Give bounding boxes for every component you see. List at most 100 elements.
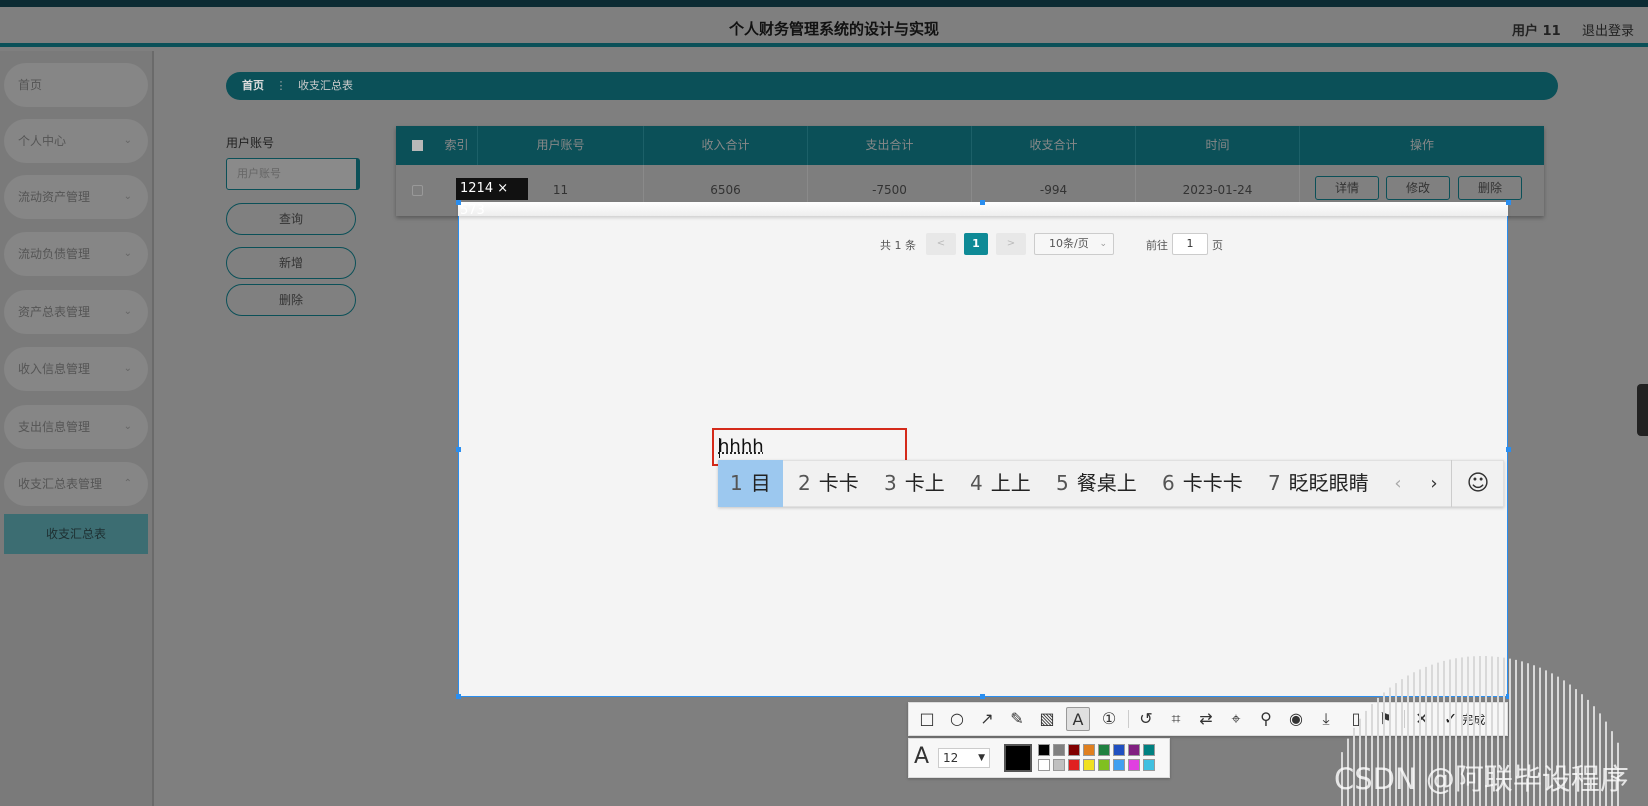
ime-next-page-icon[interactable]: ›: [1416, 460, 1452, 507]
color-swatch[interactable]: [1143, 744, 1155, 756]
chevron-down-icon: ⌄: [1099, 239, 1107, 249]
sidebar-item-current-liabilities[interactable]: 流动负债管理 ⌄: [4, 232, 148, 276]
col-header-actions: 操作: [1409, 138, 1434, 152]
watermark: CSDN @阿联毕设程序: [1334, 762, 1629, 796]
row-checkbox[interactable]: [412, 185, 423, 196]
col-header-account: 用户账号: [478, 126, 644, 165]
rectangle-icon[interactable]: □: [915, 707, 939, 731]
resize-handle[interactable]: [1506, 200, 1511, 205]
col-header-income: 收入合计: [644, 126, 808, 165]
color-swatch[interactable]: [1098, 759, 1110, 771]
record-icon[interactable]: ◉: [1284, 707, 1308, 731]
ime-candidate[interactable]: 4 上上: [958, 460, 1043, 507]
mosaic-icon[interactable]: ▧: [1035, 707, 1059, 731]
arrow-icon[interactable]: ↗: [975, 707, 999, 731]
ime-candidate[interactable]: 5 餐桌上: [1044, 460, 1149, 507]
delete-row-button[interactable]: 删除: [1458, 176, 1522, 200]
ime-composition-text: hhhh: [718, 436, 764, 457]
number-icon[interactable]: ①: [1097, 707, 1121, 731]
select-all-checkbox[interactable]: [412, 140, 423, 151]
col-header-time: 时间: [1136, 126, 1300, 165]
resize-handle[interactable]: [980, 200, 985, 205]
color-swatch[interactable]: [1068, 759, 1080, 771]
ime-candidate[interactable]: 1目: [718, 460, 783, 507]
logout-link[interactable]: 退出登录: [1582, 20, 1634, 39]
resize-handle[interactable]: [1506, 447, 1511, 452]
breadcrumb: 首页 ⋮ 收支汇总表: [226, 72, 1558, 100]
goto-page-input[interactable]: 1: [1172, 233, 1208, 255]
chevron-down-icon: ⌄: [123, 421, 132, 432]
sidebar-item-label: 个人中心: [18, 134, 67, 148]
sidebar-item-personal[interactable]: 个人中心 ⌄: [4, 119, 148, 163]
detail-button[interactable]: 详情: [1315, 176, 1379, 200]
sidebar-item-asset-summary[interactable]: 资产总表管理 ⌄: [4, 290, 148, 334]
resize-handle[interactable]: [980, 694, 985, 699]
top-edge: [0, 0, 1648, 7]
ime-divider: [1451, 460, 1452, 507]
side-panel-tab[interactable]: [1637, 384, 1648, 436]
sidebar-item-balance-summary[interactable]: 收支汇总表管理 ⌃: [4, 462, 148, 506]
ellipse-icon[interactable]: ○: [945, 707, 969, 731]
sidebar: 首页 个人中心 ⌄ 流动资产管理 ⌄ 流动负债管理 ⌄ 资产总表管理 ⌄ 收入信…: [0, 51, 154, 806]
color-swatch[interactable]: [1068, 744, 1080, 756]
emoji-icon[interactable]: ☺: [1454, 460, 1502, 507]
batch-delete-button[interactable]: 删除: [226, 284, 356, 316]
query-button[interactable]: 查询: [226, 203, 356, 235]
user-name[interactable]: 用户 11: [1512, 20, 1561, 39]
chevron-down-icon: ⌄: [123, 306, 132, 317]
pin-icon[interactable]: ⚲: [1254, 707, 1278, 731]
color-swatch[interactable]: [1053, 744, 1065, 756]
chevron-down-icon: ▼: [978, 753, 985, 763]
sidebar-item-label: 流动资产管理: [18, 190, 91, 204]
chevron-down-icon: ⌄: [123, 191, 132, 202]
sidebar-subitem-balance-table[interactable]: 收支汇总表: [4, 514, 148, 554]
page-size-select[interactable]: 10条/页 ⌄: [1034, 233, 1114, 255]
ime-candidate[interactable]: 6 卡卡卡: [1150, 460, 1255, 507]
color-swatch[interactable]: [1143, 759, 1155, 771]
sidebar-item-home[interactable]: 首页: [4, 63, 148, 107]
color-swatch[interactable]: [1128, 744, 1140, 756]
ime-candidate[interactable]: 7 眨眨眼睛: [1256, 460, 1381, 507]
scan-icon[interactable]: ⌖: [1224, 707, 1248, 731]
color-swatch[interactable]: [1053, 759, 1065, 771]
font-icon: A: [914, 744, 930, 769]
prev-page-button[interactable]: <: [926, 233, 956, 255]
color-swatch[interactable]: [1128, 759, 1140, 771]
ime-candidate[interactable]: 2 卡卡: [786, 460, 871, 507]
sidebar-item-label: 收入信息管理: [18, 362, 91, 376]
add-button[interactable]: 新增: [226, 247, 356, 279]
translate-icon[interactable]: ⇄: [1194, 707, 1218, 731]
chevron-down-icon: ⌄: [123, 135, 132, 146]
color-swatch[interactable]: [1113, 759, 1125, 771]
current-page-button[interactable]: 1: [964, 233, 988, 255]
breadcrumb-current: 收支汇总表: [298, 79, 353, 92]
current-color-swatch[interactable]: [1004, 744, 1032, 772]
selection-size-label: 1214 × 573: [456, 178, 528, 218]
sidebar-item-label: 支出信息管理: [18, 420, 91, 434]
pencil-icon[interactable]: ✎: [1005, 707, 1029, 731]
text-icon[interactable]: A: [1066, 707, 1090, 731]
ocr-icon[interactable]: ⌗: [1164, 707, 1188, 731]
breadcrumb-home[interactable]: 首页: [242, 79, 264, 92]
sidebar-item-current-assets[interactable]: 流动资产管理 ⌄: [4, 175, 148, 219]
sidebar-item-label: 流动负债管理: [18, 247, 91, 261]
resize-handle[interactable]: [456, 447, 461, 452]
resize-handle[interactable]: [456, 694, 461, 699]
color-swatch[interactable]: [1098, 744, 1110, 756]
sidebar-item-income[interactable]: 收入信息管理 ⌄: [4, 347, 148, 391]
next-page-button[interactable]: >: [996, 233, 1026, 255]
app-title: 个人财务管理系统的设计与实现: [728, 20, 939, 38]
ime-prev-page-icon[interactable]: ‹: [1380, 460, 1416, 507]
font-size-select[interactable]: 12 ▼: [938, 748, 990, 768]
color-swatch[interactable]: [1083, 744, 1095, 756]
sidebar-item-expense[interactable]: 支出信息管理 ⌄: [4, 405, 148, 449]
color-swatch[interactable]: [1083, 759, 1095, 771]
edit-button[interactable]: 修改: [1386, 176, 1450, 200]
color-swatch[interactable]: [1038, 759, 1050, 771]
ime-candidate[interactable]: 3 卡上: [872, 460, 957, 507]
undo-icon[interactable]: ↺: [1134, 707, 1158, 731]
color-swatch[interactable]: [1038, 744, 1050, 756]
color-swatch[interactable]: [1113, 744, 1125, 756]
pagination-total: 共 1 条: [880, 239, 916, 252]
account-search-input[interactable]: 用户账号: [226, 158, 360, 190]
